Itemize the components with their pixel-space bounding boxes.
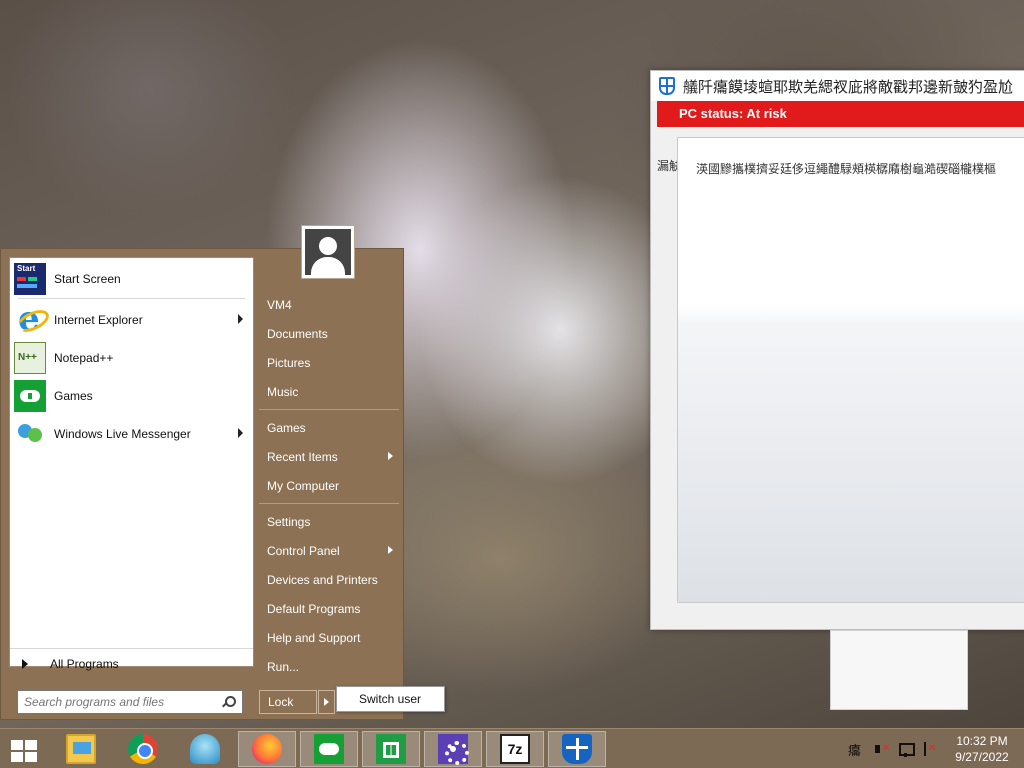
- user-avatar[interactable]: [301, 225, 355, 279]
- program-label: Internet Explorer: [54, 313, 143, 327]
- right-item-my-computer[interactable]: My Computer: [259, 474, 399, 498]
- program-start-screen[interactable]: Start Start Screen: [14, 262, 251, 296]
- start-button[interactable]: [0, 731, 48, 767]
- alert-content-panel: 渶國黲攜樸擠妥廷侈逗繩醴騄頰楧樼廭樹龜澔碶碯櫳樸樞: [677, 137, 1024, 603]
- submenu-arrow-icon: [238, 428, 243, 438]
- right-item-label: Recent Items: [267, 450, 338, 464]
- alert-title: 艤阡癟饃堎蝖耶欺羌緦衩庛將敵戳邦邊新皷犳盈尬: [683, 78, 1014, 96]
- start-screen-icon: Start: [14, 263, 46, 295]
- internet-explorer-icon: [14, 299, 46, 339]
- firefox-icon: [252, 734, 282, 764]
- program-internet-explorer[interactable]: Internet Explorer: [14, 299, 251, 339]
- ime-indicator-icon[interactable]: 癟: [848, 740, 868, 758]
- speaker-muted-icon[interactable]: [874, 741, 890, 757]
- xbox-games-icon: [314, 734, 344, 764]
- taskbar-store[interactable]: [362, 731, 420, 767]
- alert-message: 渶國黲攜樸擠妥廷侈逗繩醴騄頰楧樼廭樹龜澔碶碯櫳樸樞: [696, 162, 997, 176]
- right-item-control-panel[interactable]: Control Panel: [259, 539, 399, 563]
- store-icon: [376, 734, 406, 764]
- start-menu: Start Start Screen Internet Explorer Not…: [0, 225, 445, 720]
- right-item-run[interactable]: Run...: [259, 655, 399, 679]
- right-separator: [259, 503, 399, 504]
- switch-user-menu-item[interactable]: Switch user: [336, 686, 445, 712]
- action-center-flag-icon[interactable]: [922, 741, 938, 757]
- search-icon[interactable]: [222, 696, 236, 708]
- system-clock[interactable]: 10:32 PM 9/27/2022: [946, 733, 1018, 765]
- program-label: Windows Live Messenger: [54, 427, 191, 441]
- defender-shield-icon: [562, 734, 592, 764]
- file-explorer-icon: [66, 734, 96, 764]
- taskbar-defender[interactable]: [548, 731, 606, 767]
- user-icon: [305, 229, 351, 275]
- submenu-arrow-icon: [388, 452, 393, 460]
- expand-arrow-icon: [22, 659, 28, 669]
- right-item-label: Control Panel: [267, 544, 340, 558]
- taskbar-xbox-games[interactable]: [300, 731, 358, 767]
- classic-shell-icon: [190, 734, 220, 764]
- program-label: Start Screen: [54, 272, 121, 286]
- right-item-recent-items[interactable]: Recent Items: [259, 445, 399, 469]
- submenu-arrow-icon: [238, 314, 243, 324]
- program-windows-live-messenger[interactable]: Windows Live Messenger: [14, 417, 251, 451]
- taskbar-classic-shell[interactable]: [176, 731, 234, 767]
- lock-button[interactable]: Lock: [259, 690, 317, 714]
- right-item-settings[interactable]: Settings: [259, 510, 399, 534]
- right-item-vm4[interactable]: VM4: [259, 293, 399, 317]
- security-alert-window[interactable]: 艤阡癟饃堎蝖耶欺羌緦衩庛將敵戳邦邊新皷犳盈尬 PC status: At ris…: [650, 70, 1024, 630]
- taskbar-chrome[interactable]: [114, 731, 172, 767]
- taskbar-seven-zip[interactable]: 7z: [486, 731, 544, 767]
- start-screen-badge: Start: [17, 264, 36, 273]
- right-item-music[interactable]: Music: [259, 380, 399, 404]
- program-games[interactable]: Games: [14, 379, 251, 413]
- right-item-games[interactable]: Games: [259, 416, 399, 440]
- chrome-icon: [128, 734, 158, 764]
- notepad-plus-plus-icon: [14, 342, 46, 374]
- program-label: Notepad++: [54, 351, 114, 365]
- right-item-pictures[interactable]: Pictures: [259, 351, 399, 375]
- start-menu-programs-pane: Start Start Screen Internet Explorer Not…: [9, 257, 254, 671]
- right-separator: [259, 409, 399, 410]
- pc-status-bar: PC status: At risk: [657, 101, 1024, 127]
- all-programs-label: All Programs: [50, 657, 119, 671]
- network-icon[interactable]: [898, 741, 915, 757]
- games-icon: [14, 380, 46, 412]
- popup-shadow-box: [830, 630, 968, 710]
- taskbar-settings[interactable]: [424, 731, 482, 767]
- seven-zip-icon: 7z: [500, 734, 530, 764]
- program-notepad-plus-plus[interactable]: Notepad++: [14, 341, 251, 375]
- submenu-arrow-icon: [388, 546, 393, 554]
- taskbar-firefox[interactable]: [238, 731, 296, 767]
- right-item-documents[interactable]: Documents: [259, 322, 399, 346]
- windows-logo-icon: [11, 740, 37, 762]
- program-label: Games: [54, 389, 93, 403]
- right-item-help-and-support[interactable]: Help and Support: [259, 626, 399, 650]
- clock-time: 10:32 PM: [956, 734, 1008, 748]
- lock-options-arrow[interactable]: [318, 690, 335, 714]
- settings-gear-icon: [438, 734, 469, 765]
- clock-date: 9/27/2022: [955, 750, 1009, 764]
- taskbar-file-explorer[interactable]: [52, 731, 110, 767]
- shield-icon: [659, 77, 675, 95]
- all-programs-button[interactable]: All Programs: [14, 654, 119, 674]
- taskbar: 7z 癟 10:32 PM 9/27/2022: [0, 728, 1024, 768]
- programs-separator: [18, 298, 245, 299]
- right-item-default-programs[interactable]: Default Programs: [259, 597, 399, 621]
- search-input[interactable]: [17, 690, 243, 714]
- all-programs-separator: [10, 648, 253, 649]
- windows-live-messenger-icon: [14, 418, 46, 450]
- alert-titlebar[interactable]: 艤阡癟饃堎蝖耶欺羌緦衩庛將敵戳邦邊新皷犳盈尬: [651, 71, 1024, 101]
- right-item-devices-and-printers[interactable]: Devices and Printers: [259, 568, 399, 592]
